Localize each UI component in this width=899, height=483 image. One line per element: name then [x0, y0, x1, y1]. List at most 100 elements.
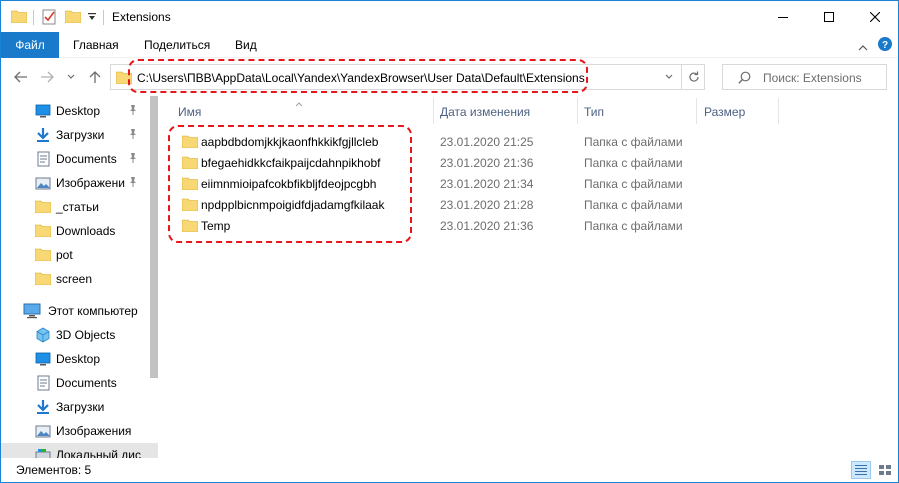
- folder-icon: [181, 155, 199, 172]
- table-row[interactable]: npdpplbicnmpoigidfdjadamgfkilaak 23.01.2…: [161, 193, 898, 215]
- refresh-button[interactable]: [681, 65, 705, 89]
- file-list: Имя Дата изменения Тип Размер aapbdbdomj…: [161, 96, 898, 458]
- sidebar-item-desktop[interactable]: Desktop: [1, 99, 158, 123]
- tab-home[interactable]: Главная: [73, 38, 119, 52]
- search-input[interactable]: Поиск: Extensions: [722, 64, 887, 90]
- recent-locations-button[interactable]: [61, 68, 81, 86]
- customize-quick-access-icon[interactable]: [87, 11, 97, 25]
- back-button[interactable]: [11, 68, 31, 86]
- table-row[interactable]: Temp 23.01.2020 21:36 Папка с файлами: [161, 214, 898, 236]
- tab-view[interactable]: Вид: [235, 38, 257, 52]
- folder-icon: [34, 199, 52, 215]
- file-date: 23.01.2020 21:28: [440, 198, 534, 212]
- drive-icon: [35, 447, 51, 458]
- desktop-icon: [35, 103, 51, 119]
- status-bar: Элементов: 5: [1, 458, 898, 482]
- computer-icon: [23, 303, 41, 319]
- new-folder-icon[interactable]: [64, 9, 82, 26]
- file-name: Temp: [201, 219, 231, 233]
- table-row[interactable]: aapbdbdomjkkjkaonfhkkikfgjllcleb 23.01.2…: [161, 130, 898, 152]
- sidebar-item-pc-desktop[interactable]: Desktop: [1, 347, 158, 371]
- desktop-icon: [35, 351, 51, 367]
- sidebar-item-label: Documents: [56, 376, 117, 390]
- pin-icon: [127, 176, 139, 191]
- details-view-button[interactable]: [851, 461, 871, 479]
- folder-icon: [115, 70, 133, 87]
- forward-button[interactable]: [37, 68, 57, 86]
- file-name: npdpplbicnmpoigidfdjadamgfkilaak: [201, 198, 385, 212]
- sidebar-item-pc-pictures[interactable]: Изображения: [1, 419, 158, 443]
- sidebar-item-articles[interactable]: _статьи: [1, 195, 158, 219]
- column-separator[interactable]: [696, 98, 697, 124]
- sidebar-item-label: Downloads: [56, 224, 116, 238]
- folder-icon: [34, 223, 52, 239]
- folder-icon: [34, 271, 52, 287]
- address-row: C:\Users\ПВВ\AppData\Local\Yandex\Yandex…: [1, 58, 898, 96]
- sidebar-item-downloads-folder[interactable]: Downloads: [1, 219, 158, 243]
- sidebar-item-pot[interactable]: pot: [1, 243, 158, 267]
- sidebar-item-pictures[interactable]: Изображени: [1, 171, 158, 195]
- file-name: bfegaehidkkcfaikpaijcdahnpikhobf: [201, 156, 381, 170]
- file-date: 23.01.2020 21:36: [440, 219, 534, 233]
- sidebar-item-label: Desktop: [56, 352, 101, 366]
- sidebar-item-3d-objects[interactable]: 3D Objects: [1, 323, 158, 347]
- address-bar[interactable]: C:\Users\ПВВ\AppData\Local\Yandex\Yandex…: [110, 64, 705, 90]
- folder-icon: [181, 197, 199, 214]
- sidebar-item-label: Изображения: [56, 424, 132, 438]
- 3d-objects-icon: [35, 327, 51, 343]
- sidebar-item-documents[interactable]: Documents: [1, 147, 158, 171]
- sidebar-item-this-pc[interactable]: Этот компьютер: [1, 299, 158, 323]
- file-type: Папка с файлами: [584, 135, 683, 149]
- sidebar-item-pc-documents[interactable]: Documents: [1, 371, 158, 395]
- sidebar-item-screen[interactable]: screen: [1, 267, 158, 291]
- column-header-type[interactable]: Тип: [584, 105, 604, 119]
- column-header-name[interactable]: Имя: [178, 105, 201, 119]
- sidebar-item-label: pot: [56, 248, 73, 262]
- column-header-date[interactable]: Дата изменения: [440, 105, 530, 119]
- file-name: eiimnmioipafcokbfikbljfdeojpcgbh: [201, 177, 377, 191]
- table-row[interactable]: bfegaehidkkcfaikpaijcdahnpikhobf 23.01.2…: [161, 151, 898, 173]
- address-path[interactable]: C:\Users\ПВВ\AppData\Local\Yandex\Yandex…: [137, 71, 585, 85]
- table-row[interactable]: eiimnmioipafcokbfikbljfdeojpcgbh 23.01.2…: [161, 172, 898, 194]
- navigation-pane: Desktop Загрузки Documents Изображени _с…: [1, 96, 158, 458]
- ribbon-tabs: Файл Главная Поделиться Вид ?: [1, 32, 898, 58]
- close-button[interactable]: [852, 1, 898, 32]
- separator: [33, 10, 34, 25]
- sidebar-item-label: Локальный дис: [56, 448, 141, 458]
- folder-icon: [181, 134, 199, 151]
- sidebar-item-downloads[interactable]: Загрузки: [1, 123, 158, 147]
- tab-share[interactable]: Поделиться: [144, 38, 210, 52]
- folder-icon: [10, 9, 28, 26]
- tab-file[interactable]: Файл: [1, 32, 59, 58]
- address-dropdown-button[interactable]: [659, 65, 679, 89]
- large-icons-view-button[interactable]: [875, 461, 895, 479]
- pin-icon: [127, 104, 139, 119]
- download-icon: [35, 399, 51, 415]
- search-placeholder: Поиск: Extensions: [763, 71, 862, 85]
- documents-icon: [35, 151, 51, 167]
- column-separator[interactable]: [778, 98, 779, 124]
- file-type: Папка с файлами: [584, 156, 683, 170]
- help-icon[interactable]: ?: [878, 37, 892, 54]
- sidebar-item-label: Desktop: [56, 104, 101, 118]
- up-button[interactable]: [85, 68, 105, 86]
- sidebar-item-label: Изображени: [56, 176, 125, 190]
- svg-text:?: ?: [882, 40, 888, 51]
- sidebar-item-pc-downloads[interactable]: Загрузки: [1, 395, 158, 419]
- expand-ribbon-icon[interactable]: [858, 40, 868, 54]
- column-header-size[interactable]: Размер: [704, 105, 745, 119]
- window-title: Extensions: [112, 10, 171, 24]
- title-bar: Extensions: [1, 1, 898, 32]
- column-separator[interactable]: [433, 98, 434, 124]
- column-separator[interactable]: [577, 98, 578, 124]
- item-count: Элементов: 5: [16, 463, 92, 477]
- maximize-button[interactable]: [806, 1, 852, 32]
- properties-icon[interactable]: [41, 9, 57, 28]
- file-type: Папка с файлами: [584, 177, 683, 191]
- nav-scrollbar[interactable]: [150, 96, 158, 378]
- file-date: 23.01.2020 21:36: [440, 156, 534, 170]
- file-name: aapbdbdomjkkjkaonfhkkikfgjllcleb: [201, 135, 379, 149]
- sidebar-item-local-disk[interactable]: Локальный дис: [1, 443, 158, 458]
- minimize-button[interactable]: [760, 1, 806, 32]
- file-date: 23.01.2020 21:25: [440, 135, 534, 149]
